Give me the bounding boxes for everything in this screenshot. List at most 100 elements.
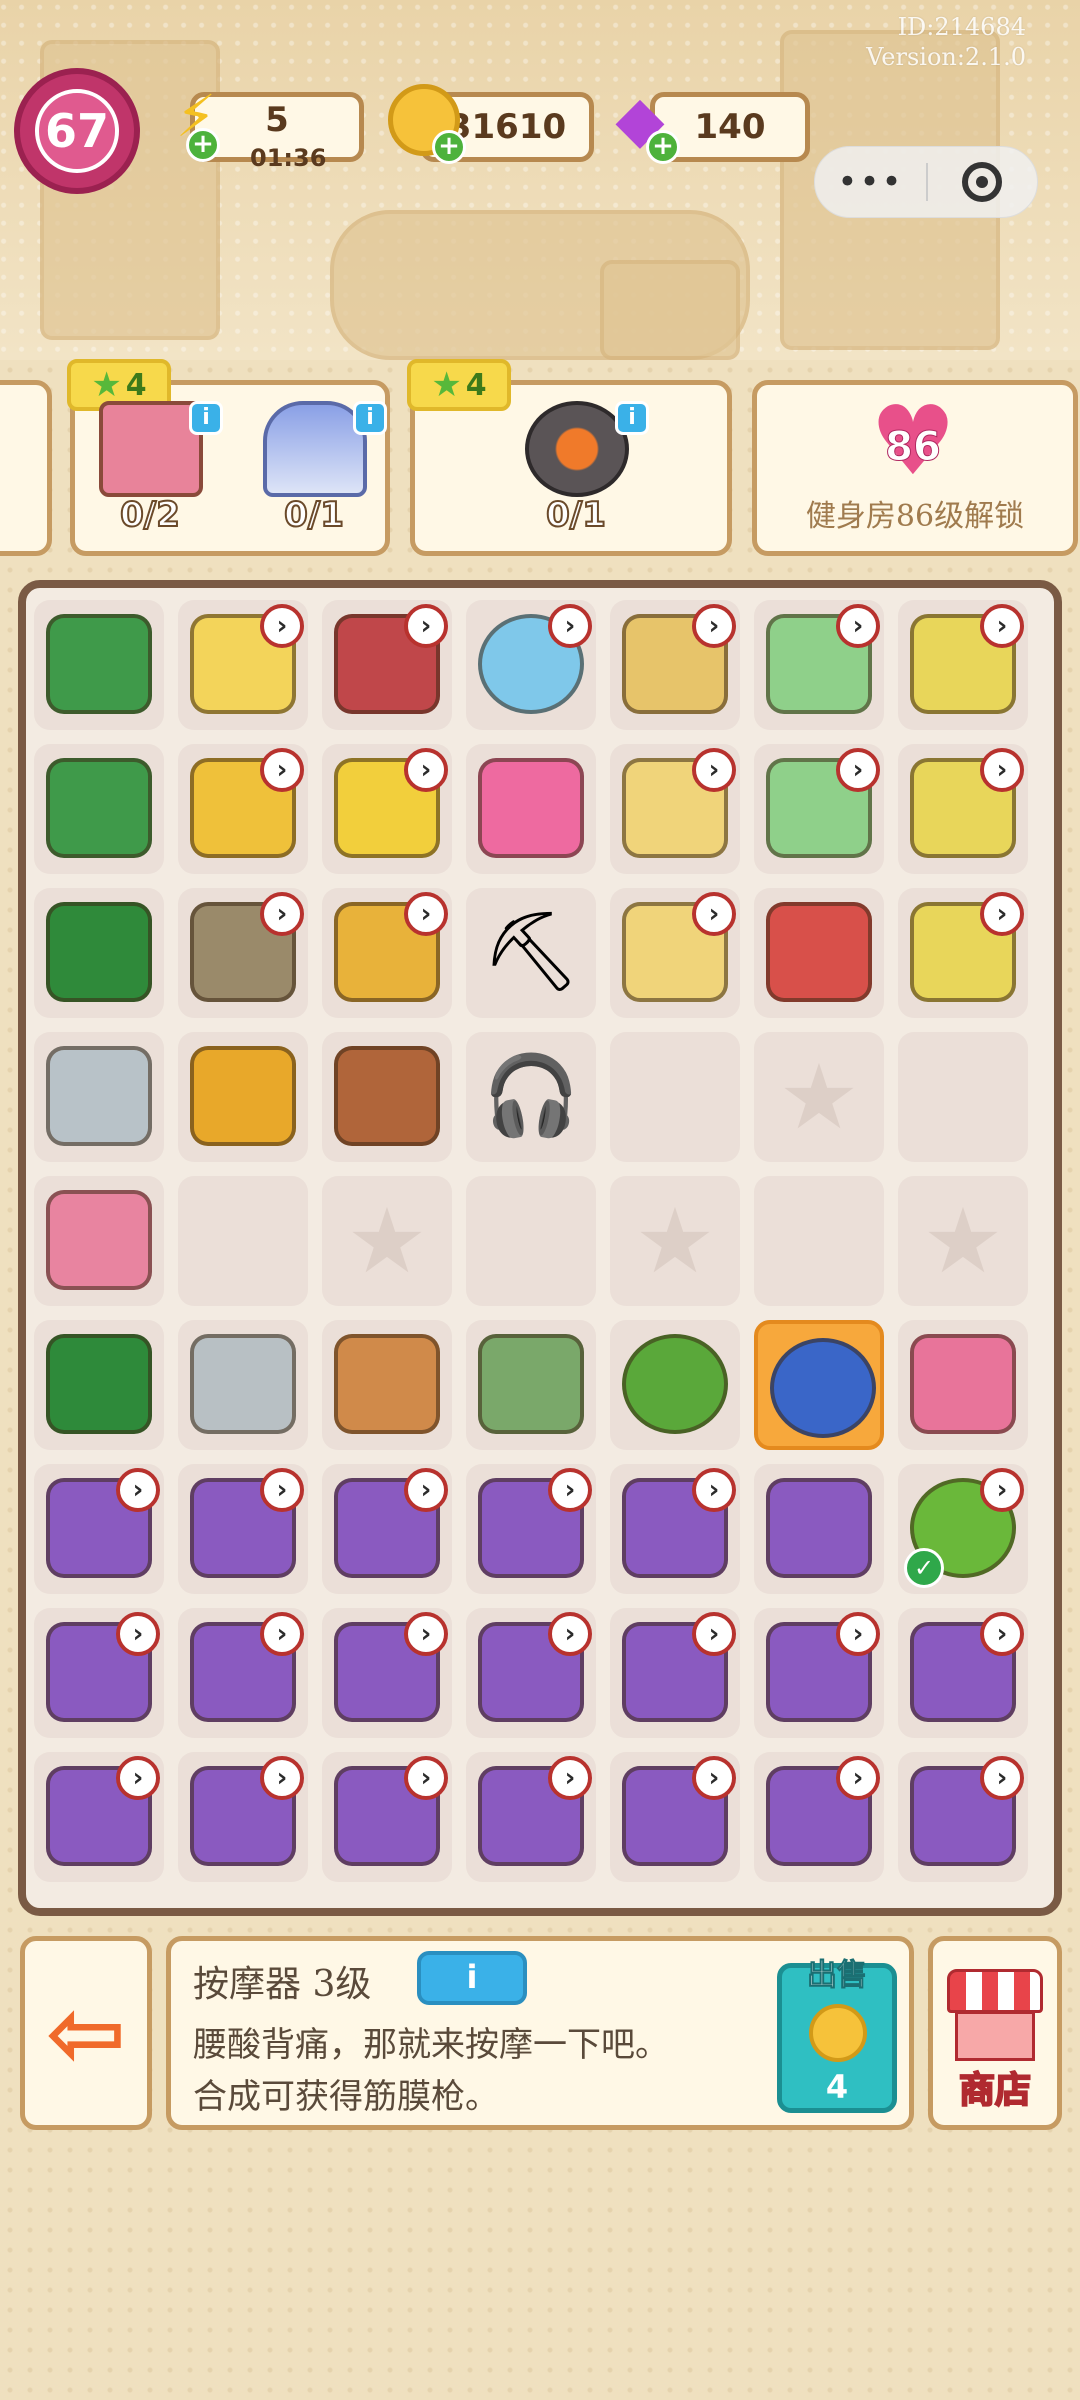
board-cell[interactable]	[322, 1032, 452, 1162]
board-cell[interactable]	[34, 744, 164, 874]
board-cell[interactable]	[178, 1176, 308, 1306]
board-cell[interactable]: ⛏	[466, 888, 596, 1018]
board-cell[interactable]: ›	[34, 1608, 164, 1738]
board-cell[interactable]: ›	[610, 600, 740, 730]
board-cell[interactable]	[34, 1320, 164, 1450]
board-cell[interactable]: ›	[754, 744, 884, 874]
board-cell[interactable]: ›	[610, 744, 740, 874]
task-info-icon[interactable]: i	[353, 401, 387, 435]
board-cell[interactable]: ›	[34, 1752, 164, 1882]
board-cell[interactable]: ›	[178, 1752, 308, 1882]
board-cell[interactable]: ›	[322, 888, 452, 1018]
board-cell[interactable]: ›	[178, 744, 308, 874]
task-item-dragon-egg[interactable]: i 0/1	[511, 401, 649, 536]
board-cell[interactable]	[34, 888, 164, 1018]
board-cell[interactable]	[754, 1464, 884, 1594]
board-cell[interactable]	[322, 1320, 452, 1450]
red-basket-icon[interactable]	[766, 902, 872, 1002]
massager-icon[interactable]	[770, 1338, 876, 1438]
leather-wallet-icon[interactable]	[334, 1046, 440, 1146]
green-toolbox-open-icon[interactable]	[46, 758, 152, 858]
task-item-castle[interactable]: i 0/1	[249, 401, 387, 536]
pink-backpack-icon[interactable]	[478, 758, 584, 858]
item-info-button[interactable]: i	[417, 1951, 527, 2005]
task-card-partial[interactable]	[0, 380, 52, 556]
yellow-chair-icon[interactable]	[190, 1046, 296, 1146]
add-coins-button[interactable]: +	[432, 130, 466, 164]
task-info-icon[interactable]: i	[189, 401, 223, 435]
board-cell[interactable]: ›	[322, 1608, 452, 1738]
board-cell[interactable]	[610, 1320, 740, 1450]
board-cell[interactable]: ›	[466, 1608, 596, 1738]
shop-button[interactable]: 商店	[928, 1936, 1062, 2130]
board-cell[interactable]: ›	[898, 600, 1028, 730]
board-cell[interactable]: ›	[898, 1608, 1028, 1738]
board-cell[interactable]	[466, 1320, 596, 1450]
board-cell[interactable]	[34, 1176, 164, 1306]
green-case-icon[interactable]	[46, 1334, 152, 1434]
board-cell[interactable]: ★	[610, 1176, 740, 1306]
board-cell[interactable]: ›	[610, 1752, 740, 1882]
board-cell[interactable]	[610, 1032, 740, 1162]
board-cell[interactable]	[34, 1032, 164, 1162]
board-cell[interactable]: ★	[898, 1176, 1028, 1306]
more-menu-icon[interactable]: •••	[815, 162, 926, 202]
board-cell[interactable]	[178, 1320, 308, 1450]
wood-chair-icon[interactable]	[334, 1334, 440, 1434]
board-cell[interactable]: ›	[898, 888, 1028, 1018]
board-cell[interactable]: ›	[322, 600, 452, 730]
board-cell[interactable]: ★	[322, 1176, 452, 1306]
board-cell[interactable]	[466, 1176, 596, 1306]
board-cell[interactable]: ›	[754, 1608, 884, 1738]
hacksaw-icon[interactable]	[190, 1334, 296, 1434]
player-level-badge[interactable]: 67	[14, 68, 140, 194]
add-gems-button[interactable]: +	[646, 130, 680, 164]
board-cell[interactable]	[178, 1032, 308, 1162]
add-energy-button[interactable]: +	[186, 128, 220, 162]
close-mini-program-icon[interactable]	[928, 162, 1037, 202]
board-cell[interactable]: ›	[178, 1464, 308, 1594]
task-card-1[interactable]: ★ 4 i 0/2 i 0/1	[67, 359, 390, 556]
board-cell[interactable]: ›	[178, 1608, 308, 1738]
board-cell[interactable]: ›	[610, 1608, 740, 1738]
board-cell[interactable]	[898, 1032, 1028, 1162]
board-cell[interactable]	[754, 1176, 884, 1306]
green-glove-icon[interactable]	[478, 1334, 584, 1434]
board-cell[interactable]: ›	[322, 1752, 452, 1882]
board-cell[interactable]: ›	[466, 600, 596, 730]
board-cell[interactable]: ›	[178, 888, 308, 1018]
green-toolbox-open-icon[interactable]	[46, 614, 152, 714]
board-cell[interactable]: ›	[466, 1752, 596, 1882]
board-cell[interactable]: ›	[178, 600, 308, 730]
green-toolbox-icon[interactable]	[46, 902, 152, 1002]
board-cell[interactable]: ›	[898, 744, 1028, 874]
board-cell[interactable]	[898, 1320, 1028, 1450]
exit-button[interactable]: ⇦	[20, 1936, 152, 2130]
board-cell[interactable]: ›	[898, 1752, 1028, 1882]
board-cell[interactable]: ★	[754, 1032, 884, 1162]
board-cell[interactable]	[34, 600, 164, 730]
board-cell[interactable]: ›	[322, 744, 452, 874]
locked-task-card[interactable]: ♥ 86 健身房86级解锁	[752, 380, 1078, 556]
board-cell[interactable]: ›	[466, 1464, 596, 1594]
headphones-icon[interactable]: 🎧	[478, 1046, 584, 1146]
board-cell[interactable]	[754, 1320, 884, 1450]
board-cell[interactable]: ›	[322, 1464, 452, 1594]
board-cell[interactable]: ›	[754, 1752, 884, 1882]
board-cell[interactable]: ›	[34, 1464, 164, 1594]
pickaxe-icon[interactable]: ⛏	[478, 902, 584, 1002]
board-cell[interactable]	[754, 888, 884, 1018]
board-cell[interactable]: 🎧	[466, 1032, 596, 1162]
pink-brick-icon[interactable]	[46, 1190, 152, 1290]
hand-grip-icon[interactable]	[46, 1046, 152, 1146]
task-item-brick-pallet[interactable]: i 0/2	[85, 401, 223, 536]
board-cell[interactable]: ›	[610, 1464, 740, 1594]
massager-box-icon[interactable]	[766, 1478, 872, 1578]
potted-tree-icon[interactable]	[622, 1334, 728, 1434]
board-cell[interactable]: ›	[610, 888, 740, 1018]
board-cell[interactable]: › ✓	[898, 1464, 1028, 1594]
sell-button[interactable]: 出售 4	[777, 1958, 897, 2113]
board-cell[interactable]	[466, 744, 596, 874]
task-card-2[interactable]: ★ 4 i 0/1	[407, 359, 732, 556]
board-cell[interactable]: ›	[754, 600, 884, 730]
